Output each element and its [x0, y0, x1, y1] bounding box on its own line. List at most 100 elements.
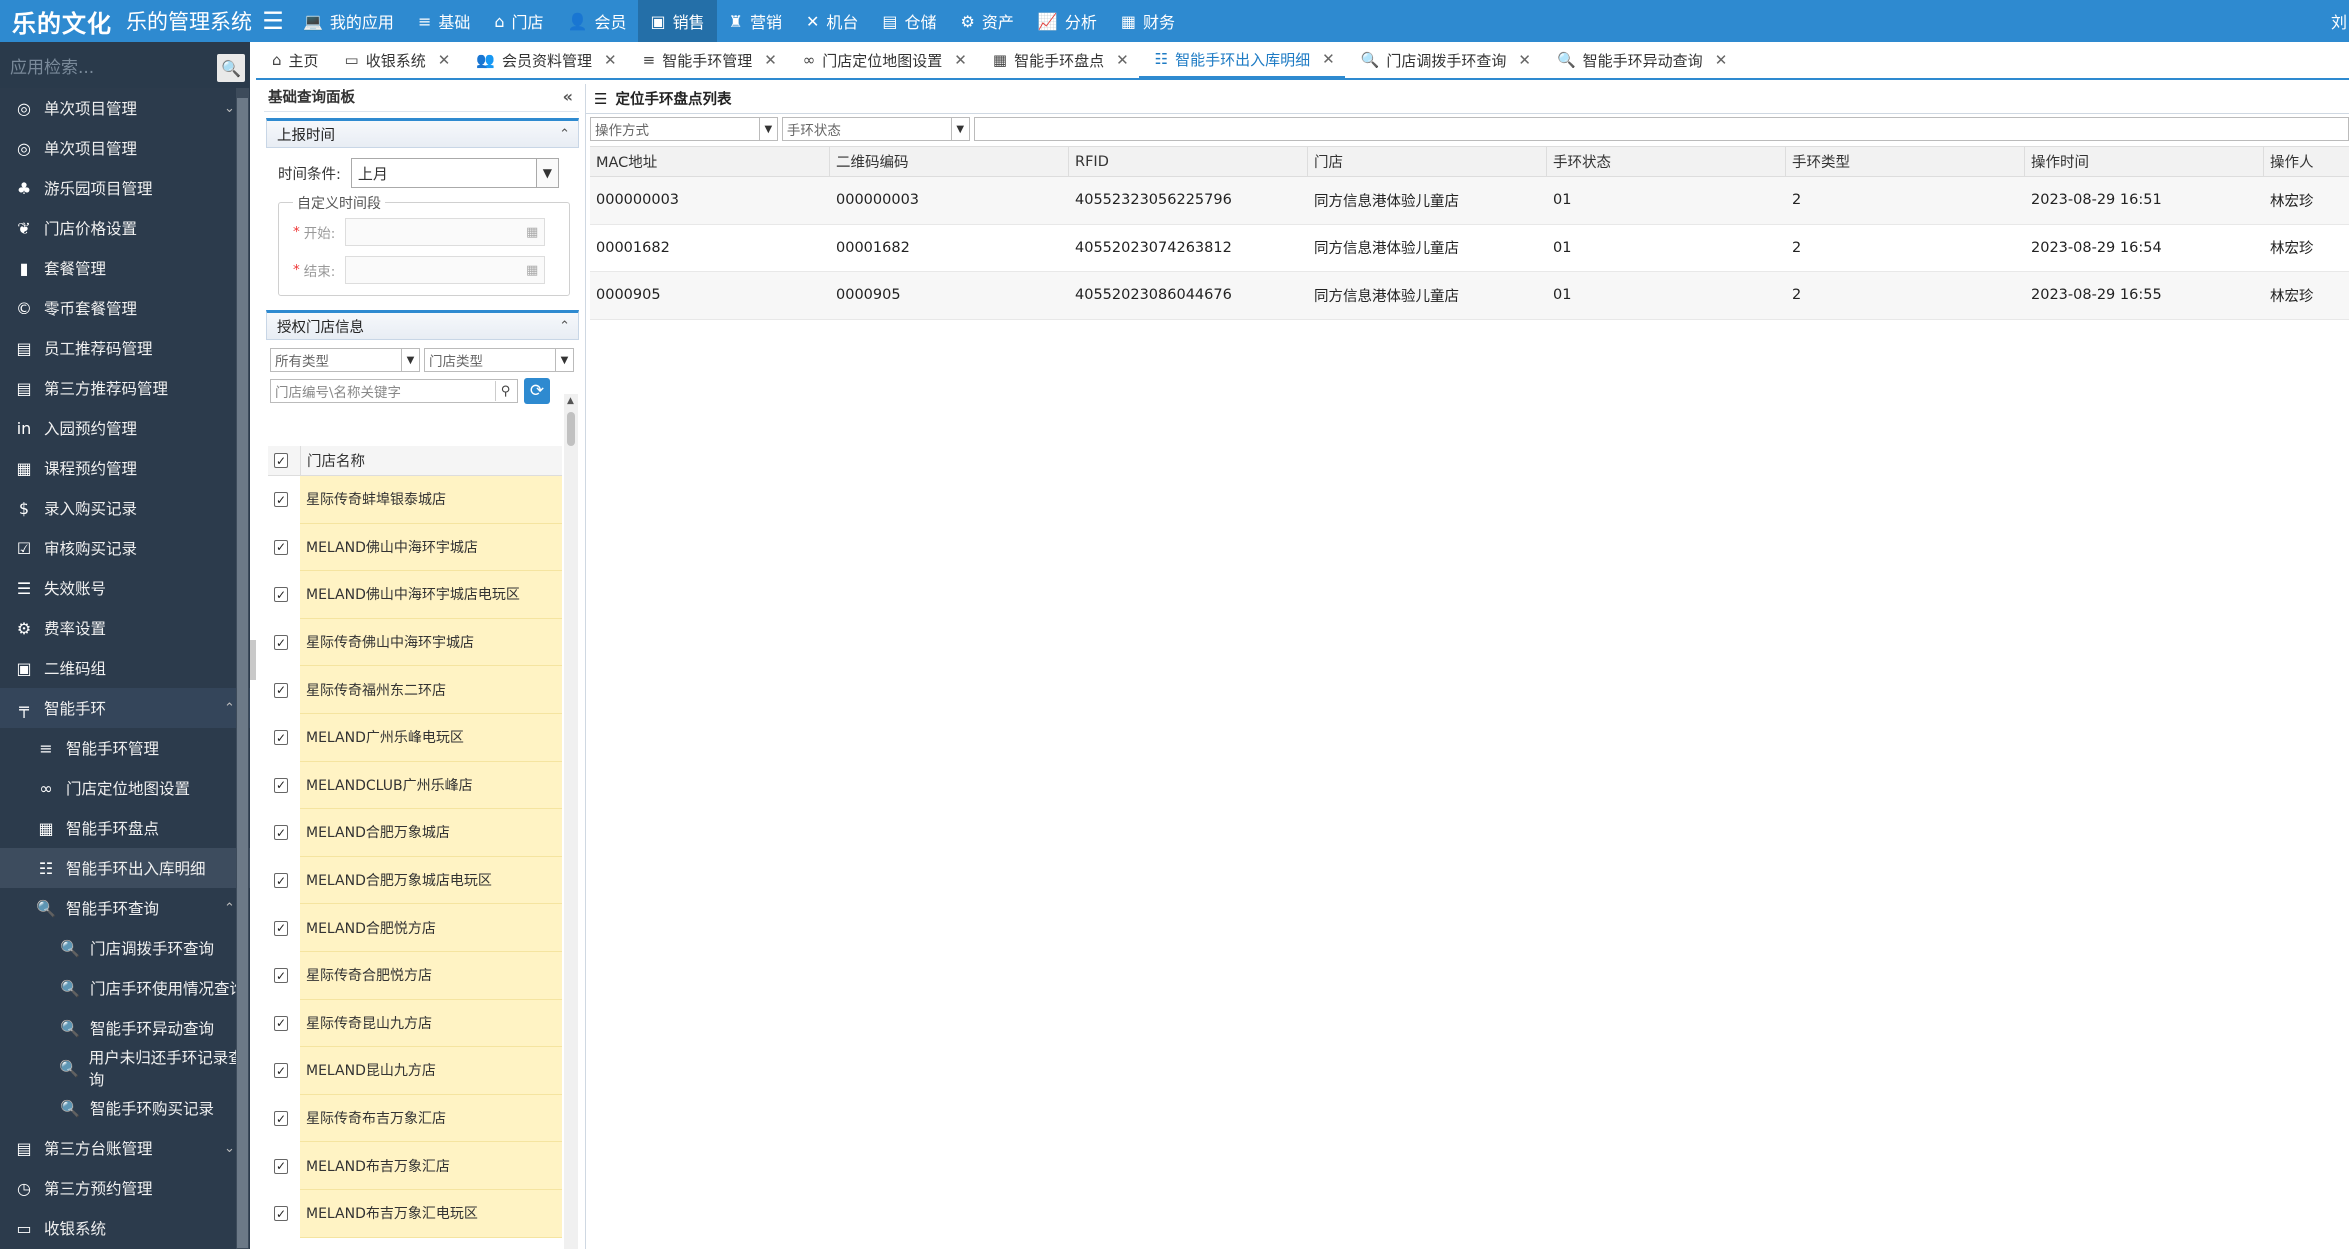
sidebar-item-25[interactable]: 🔍 智能手环购买记录	[0, 1088, 250, 1128]
chevron-up-icon[interactable]: ⌃	[224, 701, 235, 716]
calendar-icon[interactable]: ▦	[526, 225, 538, 240]
search-icon[interactable]: 🔍	[217, 54, 245, 82]
store-checkbox[interactable]: ✓	[274, 873, 288, 889]
store-checkbox[interactable]: ✓	[274, 635, 288, 651]
grid-column-header[interactable]: 门店	[1308, 147, 1547, 176]
tab-3[interactable]: ≡ 智能手环管理 ✕	[627, 42, 787, 78]
grid-column-header[interactable]: 手环类型	[1786, 147, 2025, 176]
sidebar-item-17[interactable]: ∞ 门店定位地图设置	[0, 768, 250, 808]
store-checkbox[interactable]: ✓	[274, 730, 288, 746]
tab-1[interactable]: ▭ 收银系统 ✕	[329, 42, 461, 78]
store-name[interactable]: MELAND合肥悦方店	[300, 904, 562, 952]
sidebar-item-9[interactable]: ▦ 课程预约管理	[0, 448, 250, 488]
tab-6[interactable]: ☷ 智能手环出入库明细 ✕	[1138, 42, 1345, 78]
close-icon[interactable]: ✕	[954, 51, 967, 69]
tab-4[interactable]: ∞ 门店定位地图设置 ✕	[787, 42, 977, 78]
sidebar-item-4[interactable]: ▮ 套餐管理	[0, 248, 250, 288]
menu-item-1[interactable]: ≡ 基础	[406, 0, 482, 42]
menu-item-10[interactable]: ▦ 财务	[1109, 0, 1187, 42]
grid-column-header[interactable]: RFID	[1069, 147, 1308, 176]
table-row[interactable]: 000000003 000000003 40552323056225796 同方信息港…	[590, 177, 2349, 225]
chevron-down-icon[interactable]: ▼	[555, 349, 573, 371]
store-checkbox[interactable]: ✓	[274, 968, 288, 984]
close-icon[interactable]: ✕	[1116, 51, 1129, 69]
grid-column-header[interactable]: 操作人	[2264, 147, 2349, 176]
user-menu[interactable]: 刘	[2331, 0, 2349, 42]
store-name[interactable]: MELAND合肥万象城店	[300, 809, 562, 857]
menu-item-2[interactable]: ⌂ 门店	[482, 0, 555, 42]
sidebar-item-23[interactable]: 🔍 智能手环异动查询	[0, 1008, 250, 1048]
keyword-filter-input[interactable]	[973, 117, 2349, 141]
chevron-down-icon[interactable]: ▼	[950, 118, 969, 140]
store-name[interactable]: MELAND广州乐峰电玩区	[300, 713, 562, 762]
sidebar-search-input[interactable]: 应用检索...	[10, 53, 94, 78]
calendar-icon[interactable]: ▦	[526, 263, 538, 278]
chevron-down-icon[interactable]: ▼	[758, 118, 777, 140]
store-name[interactable]: MELAND佛山中海环宇城店电玩区	[300, 571, 562, 619]
store-checkbox[interactable]: ✓	[274, 777, 288, 793]
store-list-scrollbar-thumb[interactable]	[567, 412, 575, 446]
sidebar-item-13[interactable]: ⚙ 费率设置	[0, 608, 250, 648]
store-name[interactable]: 星际传奇布吉万象汇店	[300, 1094, 562, 1143]
sidebar-item-6[interactable]: ▤ 员工推荐码管理	[0, 328, 250, 368]
sidebar-collapse-handle[interactable]	[250, 640, 256, 680]
store-name[interactable]: 星际传奇昆山九方店	[300, 999, 562, 1048]
grid-column-header[interactable]: 二维码编码	[830, 147, 1069, 176]
sidebar-scrollbar-thumb[interactable]	[237, 98, 248, 1248]
store-search-input[interactable]: 门店编号\名称关键字 ⚲	[270, 379, 518, 403]
chevron-down-icon[interactable]: ⌄	[224, 101, 235, 116]
close-icon[interactable]: ✕	[1518, 51, 1531, 69]
chevron-down-icon[interactable]: ▼	[535, 159, 558, 187]
close-icon[interactable]: ✕	[764, 51, 777, 69]
sidebar-item-16[interactable]: ≡ 智能手环管理	[0, 728, 250, 768]
store-checkbox[interactable]: ✓	[274, 492, 288, 508]
close-icon[interactable]: ✕	[1715, 51, 1728, 69]
select-all-checkbox[interactable]: ✓	[274, 453, 288, 468]
menu-item-0[interactable]: 💻 我的应用	[291, 0, 406, 42]
hamburger-menu-icon[interactable]: ☰	[255, 0, 291, 42]
store-checkbox[interactable]: ✓	[274, 682, 288, 698]
search-icon[interactable]: ⚲	[495, 381, 515, 401]
store-name[interactable]: 星际传奇合肥悦方店	[300, 951, 562, 1000]
store-name[interactable]: MELANDCLUB广州乐峰店	[300, 761, 562, 810]
tab-5[interactable]: ▦ 智能手环盘点 ✕	[977, 42, 1139, 78]
store-checkbox[interactable]: ✓	[274, 825, 288, 841]
chevron-down-icon[interactable]: ▼	[401, 349, 419, 371]
sidebar-item-5[interactable]: © 零币套餐管理	[0, 288, 250, 328]
time-condition-select[interactable]: 上月 ▼	[350, 158, 559, 188]
grid-column-header[interactable]: 操作时间	[2025, 147, 2264, 176]
grid-column-header[interactable]: MAC地址	[590, 147, 830, 176]
table-row[interactable]: 00001682 00001682 40552023074263812 同方信息港体验…	[590, 225, 2349, 272]
close-icon[interactable]: ✕	[438, 51, 451, 69]
store-checkbox[interactable]: ✓	[274, 539, 288, 555]
menu-item-8[interactable]: ⚙ 资产	[949, 0, 1026, 42]
store-checkbox[interactable]: ✓	[274, 587, 288, 603]
sidebar-scrollbar[interactable]	[236, 88, 249, 1249]
report-time-header[interactable]: 上报时间 ⌃	[266, 118, 579, 148]
store-all-type-select[interactable]: 所有类型 ▼	[270, 348, 420, 372]
sidebar-item-10[interactable]: $ 录入购买记录	[0, 488, 250, 528]
menu-item-3[interactable]: 👤 会员	[556, 0, 639, 42]
sidebar-item-27[interactable]: ◷ 第三方预约管理	[0, 1168, 250, 1208]
tab-8[interactable]: 🔍 智能手环异动查询 ✕	[1541, 42, 1737, 78]
refresh-button[interactable]: ⟳	[524, 378, 550, 404]
tab-0[interactable]: ⌂ 主页	[256, 42, 329, 78]
sidebar-item-7[interactable]: ▤ 第三方推荐码管理	[0, 368, 250, 408]
tab-2[interactable]: 👥 会员资料管理 ✕	[460, 42, 626, 78]
sidebar-item-18[interactable]: ▦ 智能手环盘点	[0, 808, 250, 848]
chevron-down-icon[interactable]: ⌄	[224, 1141, 235, 1156]
store-name[interactable]: 星际传奇蚌埠银泰城店	[300, 476, 562, 524]
grid-column-header[interactable]: 手环状态	[1547, 147, 1786, 176]
sidebar-item-15[interactable]: ╤ 智能手环 ⌃	[0, 688, 250, 728]
chevron-up-icon[interactable]: ⌃	[224, 901, 235, 916]
band-status-select[interactable]: 手环状态 ▼	[781, 117, 970, 141]
sidebar-item-14[interactable]: ▣ 二维码组	[0, 648, 250, 688]
sidebar-item-22[interactable]: 🔍 门店手环使用情况查询	[0, 968, 250, 1008]
sidebar-item-1[interactable]: ◎ 单次项目管理	[0, 128, 250, 168]
table-row[interactable]: 0000905 0000905 40552023086044676 同方信息港体验儿童…	[590, 272, 2349, 320]
store-type-select[interactable]: 门店类型 ▼	[424, 348, 574, 372]
chevron-up-icon[interactable]: ⌃	[559, 127, 570, 142]
operation-mode-select[interactable]: 操作方式 ▼	[590, 117, 778, 141]
chevron-up-icon[interactable]: ⌃	[559, 319, 570, 334]
sidebar-item-12[interactable]: ☰ 失效账号	[0, 568, 250, 608]
